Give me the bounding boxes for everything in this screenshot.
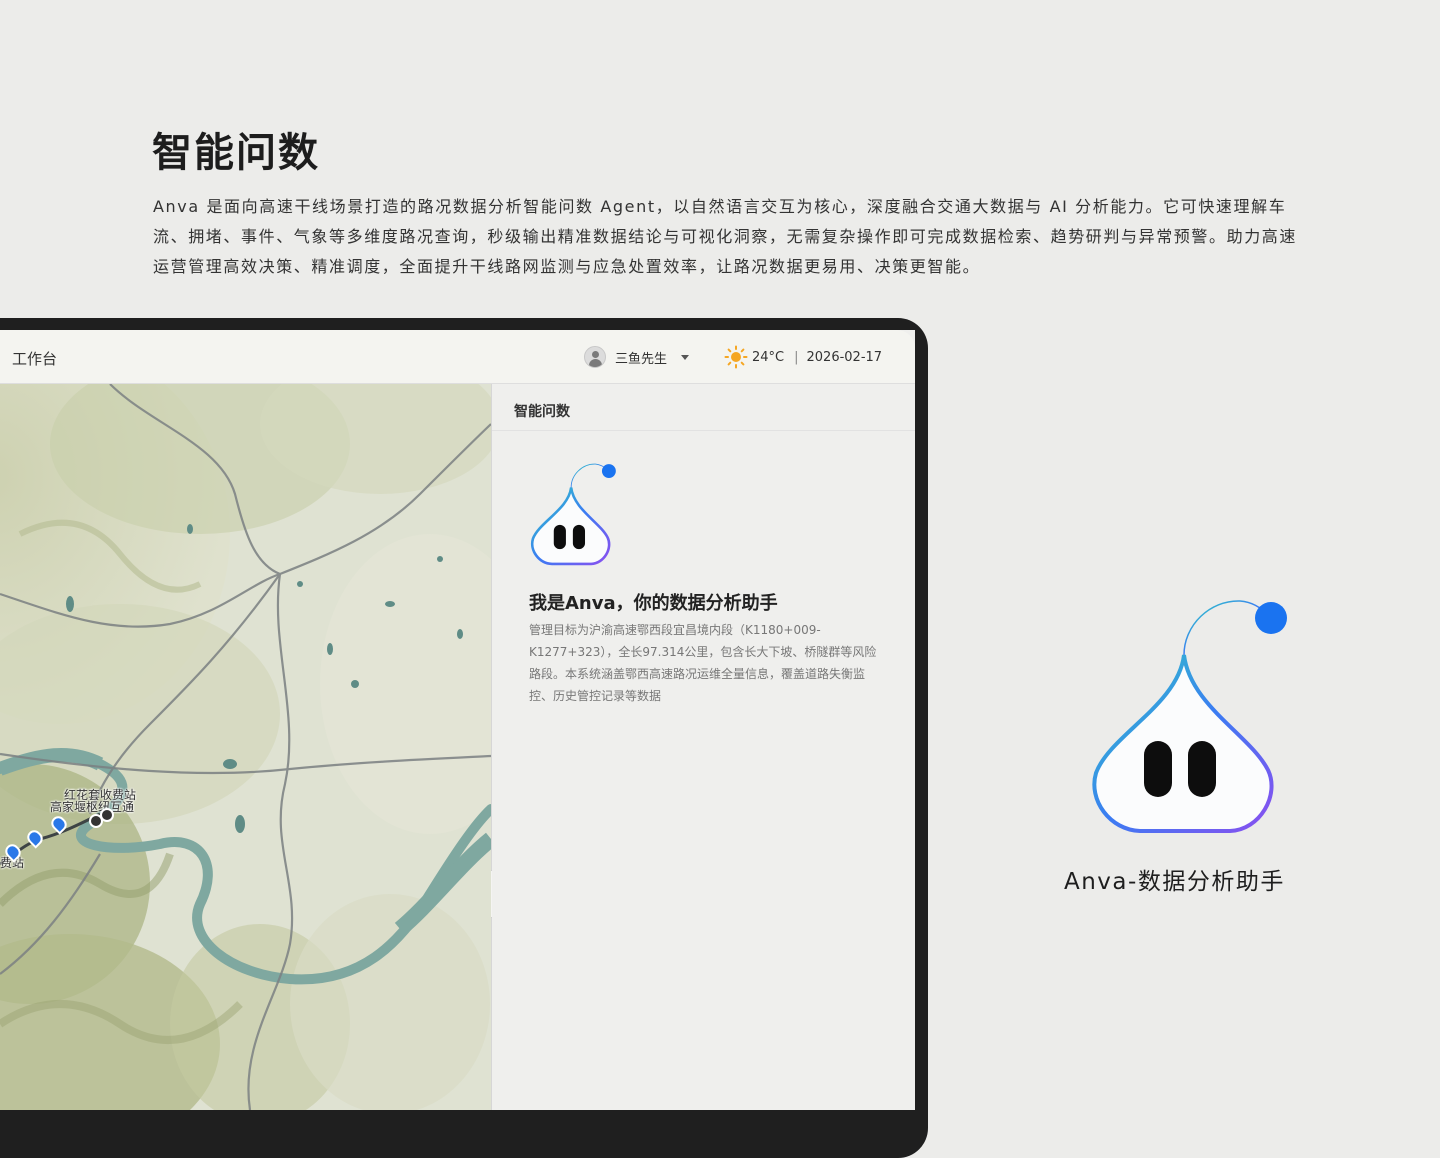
greeting-heading: 我是Anva，你的数据分析助手: [529, 593, 778, 614]
anva-mascot-icon: [530, 463, 616, 566]
anva-mascot-large-icon: [1092, 600, 1287, 833]
toll-marker-icon[interactable]: [100, 808, 114, 822]
workbench-link[interactable]: 工作台: [12, 348, 57, 369]
page-title: 智能问数: [152, 130, 320, 176]
temperature: 24°C: [752, 349, 785, 365]
map-label-interchange[interactable]: 高家堰枢纽互通: [50, 798, 134, 815]
top-bar: 工作台 三鱼先生 24°C | 2026-02-17: [0, 330, 915, 384]
divider: |: [794, 349, 799, 365]
user-menu[interactable]: 三鱼先生: [584, 346, 690, 368]
terrain-map[interactable]: 红花套收费站 高家堰枢纽互通 费站: [0, 384, 492, 1110]
assistant-intro: 管理目标为沪渝高速鄂西段宜昌境内段（K1180+009-K1277+323），全…: [529, 623, 877, 703]
panel-title: 智能问数: [514, 404, 570, 420]
app-screen: 工作台 三鱼先生 24°C | 2026-02-17 红花套收费站 高家堰枢纽互…: [0, 330, 915, 1110]
page-description: Anva 是面向高速干线场景打造的路况数据分析智能问数 Agent，以自然语言交…: [153, 197, 1298, 276]
chevron-down-icon: [681, 354, 690, 360]
panel-header: 智能问数: [492, 384, 915, 431]
map-canvas: [0, 384, 491, 1110]
user-avatar-icon: [584, 346, 606, 368]
sun-icon: [724, 345, 748, 369]
mascot-caption: Anva-数据分析助手: [1064, 869, 1285, 895]
date: 2026-02-17: [806, 349, 883, 365]
weather-widget: 24°C | 2026-02-17: [724, 345, 883, 369]
user-name: 三鱼先生: [615, 351, 668, 367]
chat-panel: 智能问数 我是Anva，你的数据分析助手 管理目标为沪渝高速鄂西段宜昌境内段（K…: [492, 384, 915, 1110]
